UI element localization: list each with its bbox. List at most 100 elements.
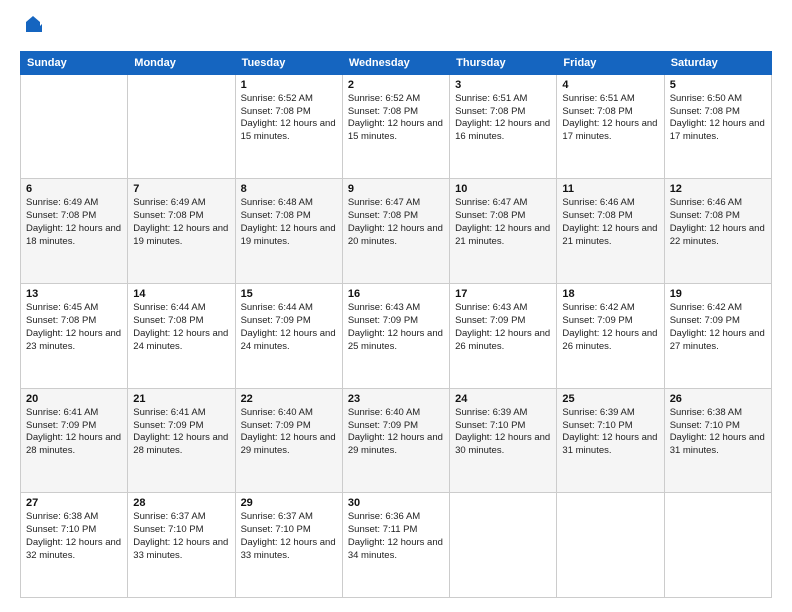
day-info: Sunrise: 6:49 AM Sunset: 7:08 PM Dayligh… [133,197,229,248]
calendar-cell: 11 Sunrise: 6:46 AM Sunset: 7:08 PM Dayli… [557,179,664,284]
day-info: Sunrise: 6:47 AM Sunset: 7:08 PM Dayligh… [348,197,444,248]
day-number: 21 [133,393,229,405]
calendar-cell: 18Sunrise: 6:42 AM Sunset: 7:09 PM Dayli… [557,284,664,389]
day-info: Sunrise: 6:52 AM Sunset: 7:08 PM Dayligh… [241,93,337,144]
day-header-thursday: Thursday [450,51,557,74]
day-number: 20 [26,393,122,405]
day-number: 25 [562,393,658,405]
day-info: Sunrise: 6:38 AM Sunset: 7:10 PM Dayligh… [26,511,122,562]
calendar-cell: 22Sunrise: 6:40 AM Sunset: 7:09 PM Dayli… [235,388,342,493]
day-number: 7 [133,183,229,195]
day-info: Sunrise: 6:39 AM Sunset: 7:10 PM Dayligh… [562,407,658,458]
logo-general-text [20,18,44,41]
day-header-friday: Friday [557,51,664,74]
day-info: Sunrise: 6:41 AM Sunset: 7:09 PM Dayligh… [133,407,229,458]
calendar-cell: 28 Sunrise: 6:37 AM Sunset: 7:10 PM Dayli… [128,493,235,598]
day-header-tuesday: Tuesday [235,51,342,74]
calendar-cell: 17 Sunrise: 6:43 AM Sunset: 7:09 PM Dayli… [450,284,557,389]
day-info: Sunrise: 6:49 AM Sunset: 7:08 PM Dayligh… [26,197,122,248]
calendar-cell: 13Sunrise: 6:45 AM Sunset: 7:08 PM Dayli… [21,284,128,389]
day-number: 3 [455,79,551,91]
day-number: 23 [348,393,444,405]
day-info: Sunrise: 6:44 AM Sunset: 7:08 PM Dayligh… [133,302,229,353]
day-info: Sunrise: 6:39 AM Sunset: 7:10 PM Dayligh… [455,407,551,458]
calendar-cell: 25 Sunrise: 6:39 AM Sunset: 7:10 PM Dayli… [557,388,664,493]
calendar-cell [557,493,664,598]
day-number: 11 [562,183,658,195]
day-number: 28 [133,497,229,509]
day-info: Sunrise: 6:36 AM Sunset: 7:11 PM Dayligh… [348,511,444,562]
calendar-cell: 29 Sunrise: 6:37 AM Sunset: 7:10 PM Dayli… [235,493,342,598]
calendar-cell: 26 Sunrise: 6:38 AM Sunset: 7:10 PM Dayli… [664,388,771,493]
day-info: Sunrise: 6:44 AM Sunset: 7:09 PM Dayligh… [241,302,337,353]
day-info: Sunrise: 6:38 AM Sunset: 7:10 PM Dayligh… [670,407,766,458]
calendar-cell: 4 Sunrise: 6:51 AM Sunset: 7:08 PM Daylig… [557,74,664,179]
day-info: Sunrise: 6:43 AM Sunset: 7:09 PM Dayligh… [348,302,444,353]
day-info: Sunrise: 6:52 AM Sunset: 7:08 PM Dayligh… [348,93,444,144]
day-number: 17 [455,288,551,300]
calendar-table: SundayMondayTuesdayWednesdayThursdayFrid… [20,51,772,598]
calendar-cell: 16 Sunrise: 6:43 AM Sunset: 7:09 PM Dayli… [342,284,449,389]
day-info: Sunrise: 6:40 AM Sunset: 7:09 PM Dayligh… [348,407,444,458]
calendar-week-row: 1 Sunrise: 6:52 AM Sunset: 7:08 PM Daylig… [21,74,772,179]
calendar-cell: 7 Sunrise: 6:49 AM Sunset: 7:08 PM Daylig… [128,179,235,284]
day-number: 19 [670,288,766,300]
header [20,18,772,41]
calendar-cell: 20 Sunrise: 6:41 AM Sunset: 7:09 PM Dayli… [21,388,128,493]
calendar-cell: 24 Sunrise: 6:39 AM Sunset: 7:10 PM Dayli… [450,388,557,493]
calendar-cell: 1 Sunrise: 6:52 AM Sunset: 7:08 PM Daylig… [235,74,342,179]
day-header-wednesday: Wednesday [342,51,449,74]
calendar-cell [664,493,771,598]
day-number: 29 [241,497,337,509]
day-info: Sunrise: 6:47 AM Sunset: 7:08 PM Dayligh… [455,197,551,248]
day-number: 14 [133,288,229,300]
day-info: Sunrise: 6:37 AM Sunset: 7:10 PM Dayligh… [133,511,229,562]
calendar-cell: 5 Sunrise: 6:50 AM Sunset: 7:08 PM Daylig… [664,74,771,179]
day-info: Sunrise: 6:46 AM Sunset: 7:08 PM Dayligh… [562,197,658,248]
day-number: 6 [26,183,122,195]
day-number: 1 [241,79,337,91]
day-number: 9 [348,183,444,195]
day-header-sunday: Sunday [21,51,128,74]
calendar-cell: 19 Sunrise: 6:42 AM Sunset: 7:09 PM Dayli… [664,284,771,389]
day-number: 24 [455,393,551,405]
day-number: 27 [26,497,122,509]
day-number: 5 [670,79,766,91]
calendar-cell [128,74,235,179]
calendar-header-row: SundayMondayTuesdayWednesdayThursdayFrid… [21,51,772,74]
calendar-week-row: 13Sunrise: 6:45 AM Sunset: 7:08 PM Dayli… [21,284,772,389]
calendar-cell: 8 Sunrise: 6:48 AM Sunset: 7:08 PM Daylig… [235,179,342,284]
logo-text [20,18,44,41]
calendar-cell: 10Sunrise: 6:47 AM Sunset: 7:08 PM Dayli… [450,179,557,284]
day-info: Sunrise: 6:42 AM Sunset: 7:09 PM Dayligh… [670,302,766,353]
day-info: Sunrise: 6:40 AM Sunset: 7:09 PM Dayligh… [241,407,337,458]
day-number: 26 [670,393,766,405]
day-number: 2 [348,79,444,91]
day-info: Sunrise: 6:37 AM Sunset: 7:10 PM Dayligh… [241,511,337,562]
day-info: Sunrise: 6:50 AM Sunset: 7:08 PM Dayligh… [670,93,766,144]
calendar-cell: 27 Sunrise: 6:38 AM Sunset: 7:10 PM Dayli… [21,493,128,598]
calendar-cell: 12Sunrise: 6:46 AM Sunset: 7:08 PM Dayli… [664,179,771,284]
calendar-cell: 3Sunrise: 6:51 AM Sunset: 7:08 PM Daylig… [450,74,557,179]
day-header-monday: Monday [128,51,235,74]
day-info: Sunrise: 6:45 AM Sunset: 7:08 PM Dayligh… [26,302,122,353]
calendar-cell: 9 Sunrise: 6:47 AM Sunset: 7:08 PM Daylig… [342,179,449,284]
calendar-cell: 2 Sunrise: 6:52 AM Sunset: 7:08 PM Daylig… [342,74,449,179]
day-number: 8 [241,183,337,195]
logo [20,18,44,41]
calendar-cell: 30 Sunrise: 6:36 AM Sunset: 7:11 PM Dayli… [342,493,449,598]
day-number: 30 [348,497,444,509]
calendar-week-row: 20 Sunrise: 6:41 AM Sunset: 7:09 PM Dayli… [21,388,772,493]
day-info: Sunrise: 6:41 AM Sunset: 7:09 PM Dayligh… [26,407,122,458]
calendar-cell: 15Sunrise: 6:44 AM Sunset: 7:09 PM Dayli… [235,284,342,389]
calendar-cell: 14 Sunrise: 6:44 AM Sunset: 7:08 PM Dayli… [128,284,235,389]
calendar-week-row: 27 Sunrise: 6:38 AM Sunset: 7:10 PM Dayli… [21,493,772,598]
day-number: 16 [348,288,444,300]
day-info: Sunrise: 6:43 AM Sunset: 7:09 PM Dayligh… [455,302,551,353]
day-info: Sunrise: 6:51 AM Sunset: 7:08 PM Dayligh… [562,93,658,144]
day-number: 18 [562,288,658,300]
page: SundayMondayTuesdayWednesdayThursdayFrid… [0,0,792,612]
day-info: Sunrise: 6:48 AM Sunset: 7:08 PM Dayligh… [241,197,337,248]
day-number: 12 [670,183,766,195]
day-number: 4 [562,79,658,91]
